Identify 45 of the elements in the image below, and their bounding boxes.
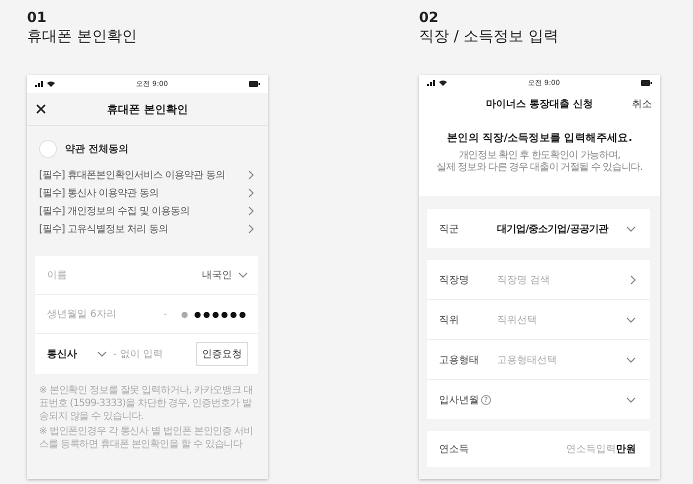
screen-title: 마이너스 통장대출 신청 <box>486 98 593 111</box>
close-icon[interactable] <box>36 104 46 114</box>
field-label: 고용형태 <box>439 354 479 366</box>
carrier-select[interactable]: 통신사 <box>47 347 107 361</box>
request-code-button[interactable]: 인증요청 <box>196 342 248 366</box>
chevron-down-icon <box>626 396 636 402</box>
masked-digits: ●●●●●● <box>194 310 248 318</box>
step-number: 02 <box>419 10 438 27</box>
unit-label: 만원 <box>616 443 636 456</box>
chevron-down-icon <box>626 316 636 322</box>
signal-icon <box>427 80 436 86</box>
terms-item[interactable]: [필수] 고유식별정보 처리 동의 <box>39 222 168 236</box>
step-title: 직장 / 소득정보 입력 <box>419 27 558 46</box>
screen-title: 휴대폰 본인확인 <box>107 102 188 116</box>
chevron-down-icon <box>626 226 636 232</box>
field-label: 직장명 <box>439 274 469 286</box>
cancel-button[interactable]: 취소 <box>632 96 652 111</box>
terms-item[interactable]: [필수] 휴대폰본인확인서비스 이용약관 동의 <box>39 168 225 182</box>
wifi-icon <box>47 81 55 87</box>
intro-heading: 본인의 직장/소득정보를 입력해주세요. <box>446 131 632 145</box>
chevron-down-icon <box>626 356 636 362</box>
agree-all-checkbox[interactable] <box>39 140 57 158</box>
chevron-right-icon <box>630 274 636 284</box>
agree-all-label: 약관 전체동의 <box>65 143 128 156</box>
intro-text: 실제 정보와 다른 경우 대출이 거절될 수 있습니다. <box>436 162 642 174</box>
dash-text: - <box>164 308 168 320</box>
step-title: 휴대폰 본인확인 <box>27 27 137 46</box>
chevron-down-icon <box>97 351 107 357</box>
field-label: 입사년월 <box>439 394 479 406</box>
step-number: 01 <box>27 10 46 27</box>
wifi-icon <box>439 80 447 86</box>
select-field[interactable]: 대기업/중소기업/공공기관 <box>497 222 626 236</box>
signal-icon <box>35 81 44 87</box>
notice-text: ※ 법인폰인경우 각 통신사 별 법인폰 본인인증 서비스를 등록하면 휴대폰 본인확인을 할 수 있습니다 <box>39 425 254 451</box>
field-label: 직군 <box>439 222 459 236</box>
battery-icon <box>640 80 652 86</box>
field-label: 직위 <box>439 314 459 326</box>
chevron-down-icon <box>238 272 248 278</box>
battery-icon <box>248 81 260 87</box>
notice-text: ※ 본인확인 정보를 잘못 입력하거나, 카카오뱅크 대표번호 (1599-3333)을 차단한 경우, 인증번호가 발송되지 않을 수 있습니다. <box>39 384 254 423</box>
field-label: 연소득 <box>439 443 469 456</box>
nationality-select[interactable]: 내국인 <box>202 268 248 282</box>
intro-text: 개인정보 확인 후 한도확인이 가능하며, <box>458 150 620 162</box>
terms-item[interactable]: [필수] 통신사 이용약관 동의 <box>39 186 158 200</box>
terms-item[interactable]: [필수] 개인정보의 수집 및 이용동의 <box>39 204 190 218</box>
